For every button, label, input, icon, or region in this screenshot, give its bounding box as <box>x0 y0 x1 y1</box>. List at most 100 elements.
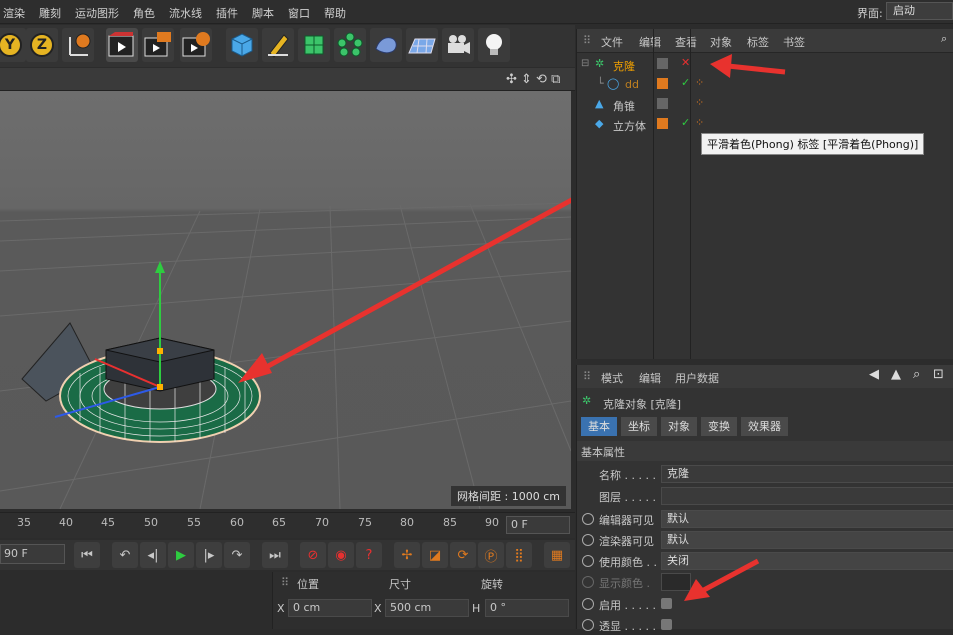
object-name[interactable]: 立方体 <box>613 118 646 134</box>
viewport-nav-icons[interactable]: ✣ ⇕ ⟲ ⧉ <box>506 72 560 87</box>
next-frame-button[interactable]: |▸ <box>196 542 222 568</box>
end-frame-field[interactable]: 90 F <box>0 544 65 564</box>
collapse-icon[interactable]: ⊟ <box>581 58 589 69</box>
x-position-field[interactable]: 0 cm <box>288 599 372 617</box>
current-frame-field[interactable]: 0 F <box>506 516 570 534</box>
animate-radio[interactable] <box>582 619 594 631</box>
cloner-button[interactable] <box>334 28 366 62</box>
animate-radio[interactable] <box>582 555 594 567</box>
move-icon: ✢ <box>401 547 413 563</box>
go-start-button[interactable]: ⏮ <box>74 542 100 568</box>
renderer-visible-select[interactable]: 默认 <box>661 531 953 549</box>
floor-button[interactable] <box>406 28 438 62</box>
object-manager-menu: ⠿ 文件 编辑 查看 对象 标签 书签 ⌕ <box>577 29 953 53</box>
autokey-button[interactable]: ◉ <box>328 542 354 568</box>
object-name[interactable]: dd <box>625 78 639 91</box>
light-button[interactable] <box>478 28 510 62</box>
om-menu-object[interactable]: 对象 <box>710 34 732 50</box>
phong-tag-icon[interactable]: ⁘ <box>695 96 704 109</box>
timeline-window-button[interactable]: ▦ <box>544 542 570 568</box>
enable-checkbox[interactable] <box>661 598 672 609</box>
section-header: 基本属性 <box>577 441 953 461</box>
layout-select[interactable]: 启动 <box>886 2 953 20</box>
menu-window[interactable]: 窗口 <box>288 5 310 21</box>
layer-field[interactable] <box>661 487 953 505</box>
cloner-object-icon: ✲ <box>595 57 605 70</box>
render-settings-button[interactable] <box>180 28 212 62</box>
pen-button[interactable] <box>262 28 294 62</box>
search-icon[interactable]: ⌕ <box>941 32 947 46</box>
layer-swatch[interactable] <box>657 58 668 69</box>
render-view-button[interactable] <box>106 28 138 62</box>
subdivision-button[interactable] <box>298 28 330 62</box>
prev-key-button[interactable]: ↶ <box>112 542 138 568</box>
keyframe-selection-button[interactable]: ? <box>356 542 382 568</box>
disabled-x-icon[interactable]: ✕ <box>681 56 690 69</box>
menu-script[interactable]: 脚本 <box>252 5 274 21</box>
key-rotation-button[interactable]: ⟳ <box>450 542 476 568</box>
tick-label: 60 <box>230 516 244 529</box>
tab-object[interactable]: 对象 <box>661 417 697 436</box>
enabled-check-icon[interactable]: ✓ <box>681 76 690 89</box>
am-menu-edit[interactable]: 编辑 <box>639 370 661 386</box>
back-arrow-icon[interactable]: ◀ <box>869 367 879 382</box>
play-button[interactable]: ▶ <box>168 542 194 568</box>
om-menu-tags[interactable]: 标签 <box>747 34 769 50</box>
x-size-field[interactable]: 500 cm <box>385 599 469 617</box>
up-arrow-icon[interactable]: ▲ <box>891 367 901 382</box>
key-parameter-button[interactable]: Ⓟ <box>478 542 504 568</box>
layer-swatch[interactable] <box>657 98 668 109</box>
object-row-cube[interactable]: ◆ 立方体 ✓ ⁘ <box>577 115 953 135</box>
tab-effectors[interactable]: 效果器 <box>741 417 788 436</box>
xray-checkbox[interactable] <box>661 619 672 630</box>
cube-button[interactable] <box>226 28 258 62</box>
h-rotation-field[interactable]: 0 ° <box>485 599 569 617</box>
tab-basic[interactable]: 基本 <box>581 417 617 436</box>
next-key-button[interactable]: ↷ <box>224 542 250 568</box>
deformer-button[interactable] <box>370 28 402 62</box>
key-pla-button[interactable]: ⣿ <box>506 542 532 568</box>
layer-swatch[interactable] <box>657 78 668 89</box>
om-menu-file[interactable]: 文件 <box>601 34 623 50</box>
menu-character[interactable]: 角色 <box>133 5 155 21</box>
menu-help[interactable]: 帮助 <box>324 5 346 21</box>
search-icon[interactable]: ⌕ <box>913 367 920 382</box>
world-coord-button[interactable] <box>62 28 94 62</box>
layer-swatch[interactable] <box>657 118 668 129</box>
tab-coordinates[interactable]: 坐标 <box>621 417 657 436</box>
menu-pipeline[interactable]: 流水线 <box>169 5 202 21</box>
name-field[interactable]: 克隆 <box>661 465 953 483</box>
render-picture-button[interactable] <box>142 28 174 62</box>
prev-frame-button[interactable]: ◂| <box>140 542 166 568</box>
camera-button[interactable] <box>442 28 474 62</box>
animate-radio[interactable] <box>582 513 594 525</box>
timeline-ruler[interactable]: 35 40 45 50 55 60 65 70 75 80 85 90 <box>0 512 575 538</box>
object-name[interactable]: 克隆 <box>613 58 635 74</box>
menu-plugins[interactable]: 插件 <box>216 5 238 21</box>
animate-radio[interactable] <box>582 534 594 546</box>
key-scale-button[interactable]: ◪ <box>422 542 448 568</box>
animate-radio[interactable] <box>582 576 594 588</box>
axis-y-button[interactable]: Y <box>0 28 26 62</box>
am-menu-mode[interactable]: 模式 <box>601 370 623 386</box>
editor-visible-select[interactable]: 默认 <box>661 510 953 528</box>
tick-label: 65 <box>272 516 286 529</box>
am-menu-user-data[interactable]: 用户数据 <box>675 370 719 386</box>
axis-z-button[interactable]: Z <box>26 28 58 62</box>
key-position-button[interactable]: ✢ <box>394 542 420 568</box>
record-key-button[interactable]: ⊘ <box>300 542 326 568</box>
lock-icon[interactable]: ⊡ <box>933 367 944 382</box>
object-name[interactable]: 角锥 <box>613 98 635 114</box>
menu-render[interactable]: 渲染 <box>3 5 25 21</box>
menu-mograph[interactable]: 运动图形 <box>75 5 119 21</box>
3d-viewport[interactable]: 网格间距 : 1000 cm <box>0 91 571 509</box>
object-row-pyramid[interactable]: ▲ 角锥 ⁘ <box>577 95 953 115</box>
tick-label: 40 <box>59 516 73 529</box>
menu-sculpt[interactable]: 雕刻 <box>39 5 61 21</box>
tab-transform[interactable]: 变换 <box>701 417 737 436</box>
go-end-button[interactable]: ⏭ <box>262 542 288 568</box>
om-menu-bookmarks[interactable]: 书签 <box>783 34 805 50</box>
animate-radio[interactable] <box>582 598 594 610</box>
phong-tag-icon[interactable]: ⁘ <box>695 116 704 129</box>
enabled-check-icon[interactable]: ✓ <box>681 116 690 129</box>
